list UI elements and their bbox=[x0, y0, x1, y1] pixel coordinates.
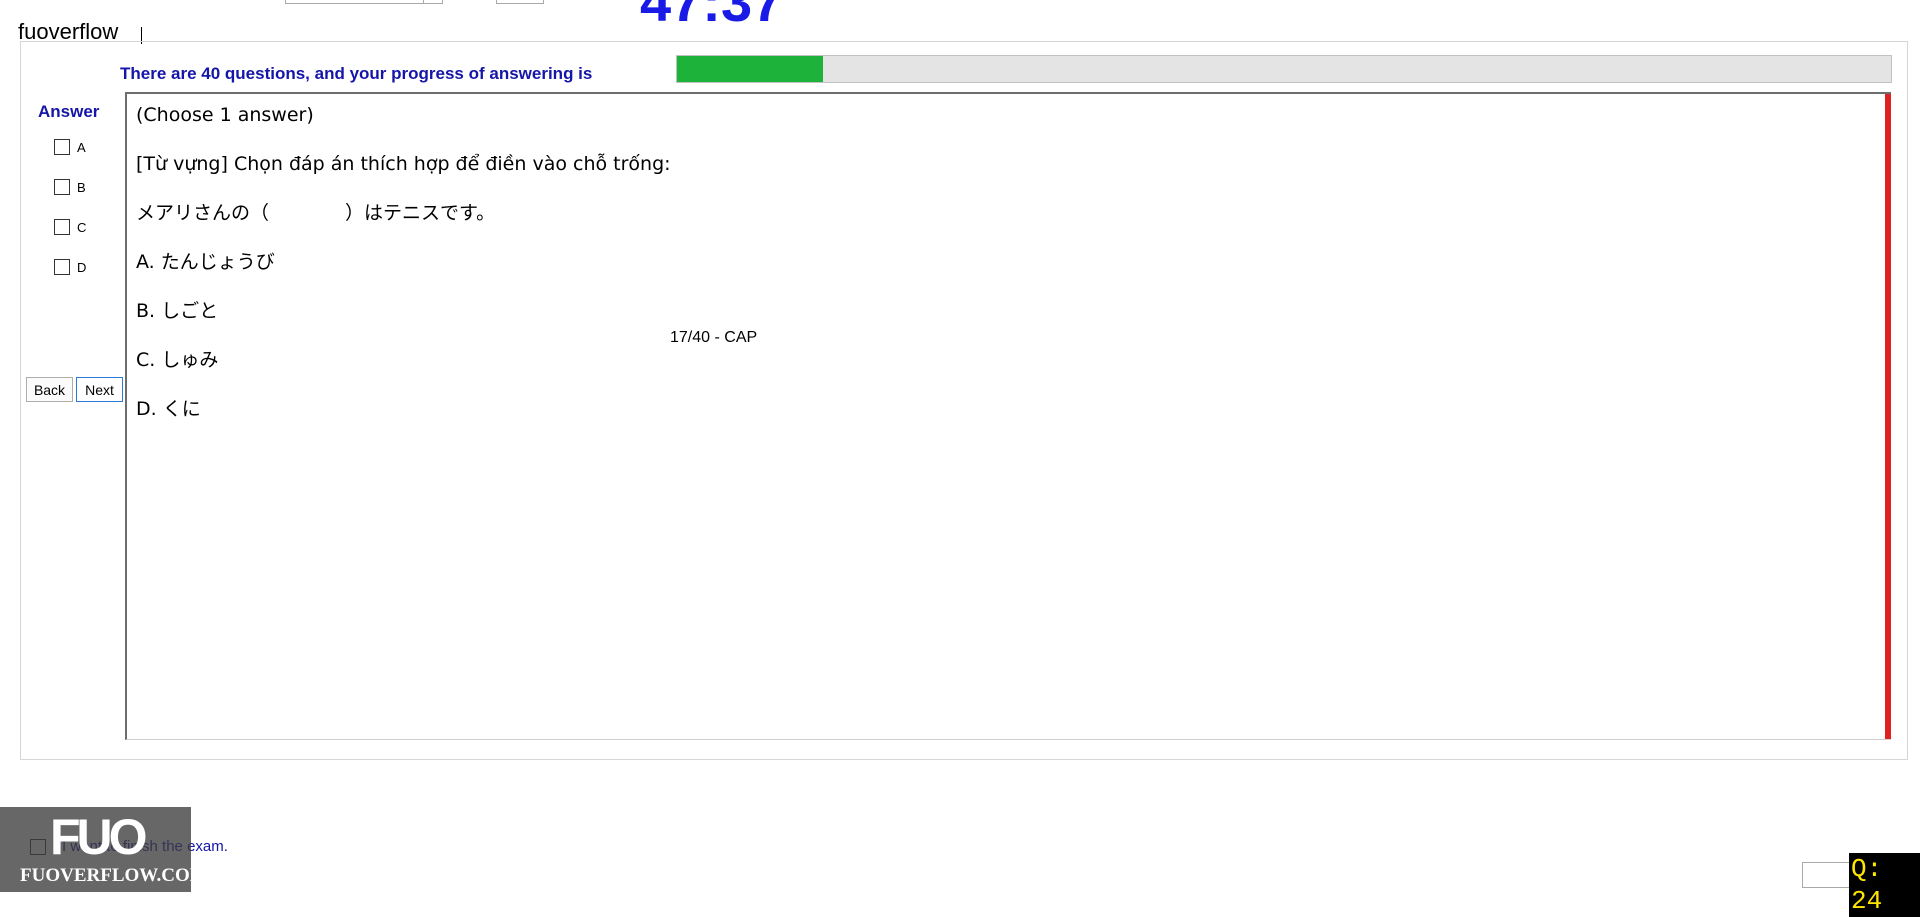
progress-bar bbox=[676, 55, 1892, 83]
back-button[interactable]: Back bbox=[26, 377, 73, 402]
answer-option-c[interactable]: C bbox=[54, 219, 86, 235]
scroll-marker bbox=[1885, 94, 1891, 739]
answer-option-label: A bbox=[77, 139, 86, 155]
answer-option-a[interactable]: A bbox=[54, 139, 86, 155]
checkbox[interactable] bbox=[54, 179, 70, 195]
next-button[interactable]: Next bbox=[76, 377, 123, 402]
answer-option-label: D bbox=[77, 259, 87, 275]
logo-mark: FUO bbox=[50, 809, 148, 865]
question-instruction: (Choose 1 answer) bbox=[136, 104, 314, 126]
question-code: 17/40 - CAP bbox=[670, 329, 758, 346]
checkbox[interactable] bbox=[54, 219, 70, 235]
question-sentence: メアリさんの（ ）はテニスです。 bbox=[136, 202, 496, 224]
choice-b: B. しごと bbox=[136, 300, 219, 322]
question-counter-overlay: Q: 24 bbox=[1849, 853, 1920, 917]
progress-label: There are 40 questions, and your progres… bbox=[120, 64, 593, 83]
checkbox[interactable] bbox=[54, 259, 70, 275]
top-small-field[interactable] bbox=[496, 0, 544, 4]
logo-url: FUOVERFLOW.COM bbox=[20, 865, 208, 886]
answer-option-d[interactable]: D bbox=[54, 259, 86, 275]
watermark-logo: FUO FUOVERFLOW.COM bbox=[0, 807, 208, 892]
question-prompt: [Từ vựng] Chọn đáp án thích hợp để điền … bbox=[136, 153, 671, 175]
choice-c: C. しゅみ bbox=[136, 349, 219, 371]
choice-a: A. たんじょうび bbox=[136, 251, 275, 273]
choice-d: D. くに bbox=[136, 398, 201, 420]
countdown-timer: 47:37 bbox=[640, 0, 784, 33]
answer-option-b[interactable]: B bbox=[54, 179, 86, 195]
answer-panel-title: Answer bbox=[38, 102, 100, 121]
answer-option-label: C bbox=[77, 219, 87, 235]
checkbox[interactable] bbox=[54, 139, 70, 155]
dropdown-divider bbox=[423, 0, 424, 3]
answer-option-label: B bbox=[77, 179, 86, 195]
top-dropdown[interactable] bbox=[285, 0, 443, 4]
question-content-area[interactable] bbox=[125, 92, 1891, 740]
progress-fill bbox=[677, 56, 823, 82]
